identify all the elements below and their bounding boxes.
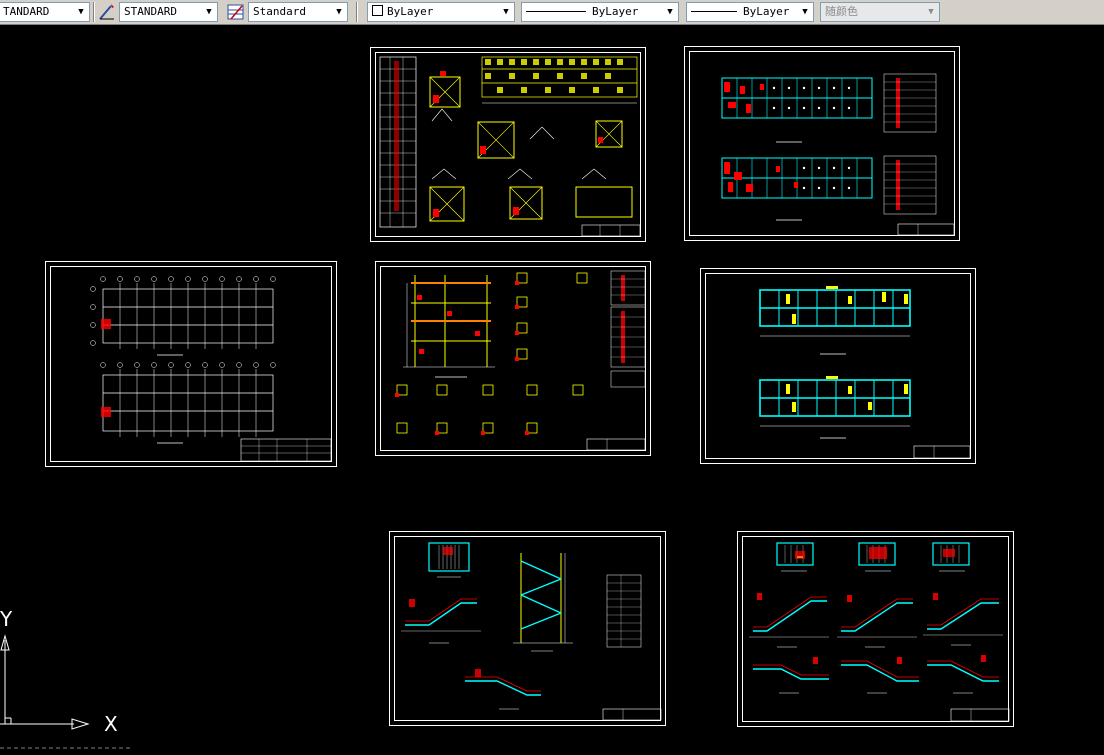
chevron-down-icon[interactable]: ▼ xyxy=(797,3,813,21)
color-control-value: ByLayer xyxy=(387,5,434,18)
lineweight-sample-icon xyxy=(691,11,737,12)
drawing-sheet-floor-plan-red[interactable] xyxy=(684,46,960,241)
drawing-sheet-foundation-details[interactable] xyxy=(370,47,646,242)
drawing-sheet-frame-elevation[interactable] xyxy=(375,261,651,456)
table-style-select[interactable]: Standard ▼ xyxy=(248,2,348,22)
chevron-down-icon[interactable]: ▼ xyxy=(662,3,678,21)
color-control-select[interactable]: ByLayer ▼ xyxy=(367,2,515,22)
drawing-sheet-floor-plan-yellow[interactable] xyxy=(700,268,976,464)
drawing-sheet-stair-details-a[interactable] xyxy=(389,531,666,726)
dimension-style-value: STANDARD xyxy=(124,5,177,18)
chevron-down-icon[interactable]: ▼ xyxy=(498,3,514,21)
chevron-down-icon[interactable]: ▼ xyxy=(331,3,347,21)
lineweight-control-value: ByLayer xyxy=(743,5,790,18)
table-style-icon[interactable] xyxy=(226,2,246,22)
color-swatch-icon xyxy=(372,5,383,16)
properties-toolbar: TANDARD ▼ STANDARD ▼ Standard ▼ ByLayer … xyxy=(0,0,1104,25)
ucs-icon: Y X xyxy=(0,600,130,751)
ucs-x-label: X xyxy=(104,712,118,736)
text-style-select[interactable]: TANDARD ▼ xyxy=(0,2,90,22)
linetype-sample-icon xyxy=(526,11,586,12)
chevron-down-icon[interactable]: ▼ xyxy=(73,3,89,21)
linetype-control-select[interactable]: ByLayer ▼ xyxy=(521,2,679,22)
toolbar-separator xyxy=(356,2,358,22)
plot-style-value: 随颜色 xyxy=(825,5,858,18)
plot-style-select[interactable]: 随颜色 ▼ xyxy=(820,2,940,22)
dimension-style-icon[interactable] xyxy=(97,2,117,22)
drawing-sheet-stair-details-b[interactable] xyxy=(737,531,1014,727)
lineweight-control-select[interactable]: ByLayer ▼ xyxy=(686,2,814,22)
text-style-value: TANDARD xyxy=(3,5,50,18)
drawing-sheet-axis-grid-plan[interactable] xyxy=(45,261,337,467)
chevron-down-icon: ▼ xyxy=(928,7,934,17)
linetype-control-value: ByLayer xyxy=(592,5,639,18)
dimension-style-select[interactable]: STANDARD ▼ xyxy=(119,2,218,22)
chevron-down-icon[interactable]: ▼ xyxy=(201,3,217,21)
ucs-y-label: Y xyxy=(0,607,13,631)
table-style-value: Standard xyxy=(253,5,306,18)
toolbar-separator xyxy=(93,2,95,22)
